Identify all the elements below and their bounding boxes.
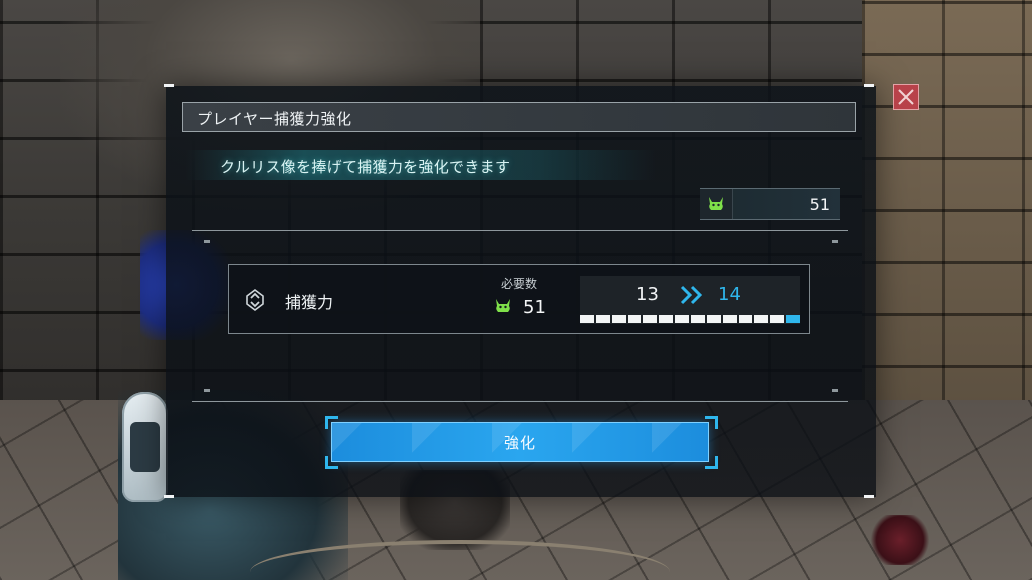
level-segment-filled: [659, 315, 674, 323]
next-level: 14: [718, 284, 741, 305]
current-level: 13: [636, 284, 659, 305]
required-label: 必要数: [501, 277, 538, 291]
plant: [870, 515, 930, 565]
button-bracket: [705, 456, 718, 469]
divider: [192, 230, 848, 231]
level-segment-filled: [691, 315, 705, 323]
button-bracket: [325, 456, 338, 469]
owned-item-count: 51: [700, 188, 840, 220]
kururis-statue-icon: [496, 299, 510, 312]
level-segment-filled: [643, 315, 658, 323]
level-segment-filled: [627, 315, 642, 323]
divider-tick: [832, 240, 838, 243]
stat-name: 捕獲力: [285, 293, 334, 312]
enhance-button[interactable]: 強化: [331, 422, 709, 462]
stat-row-capture-power: 捕獲力 必要数 51 13 14: [228, 264, 810, 334]
required-count: 51: [523, 297, 546, 318]
panel-title-bar: プレイヤー捕獲力強化: [182, 102, 856, 132]
divider-tick: [832, 389, 838, 392]
level-segment-filled: [770, 315, 785, 323]
panel-corner-mark: [864, 495, 874, 498]
close-button[interactable]: [893, 84, 919, 110]
level-segment-next: [786, 315, 801, 323]
level-segment-filled: [738, 315, 753, 323]
player-backpack-device: [122, 392, 168, 502]
button-bracket: [325, 416, 338, 429]
inventory-icon-slot: [700, 189, 733, 219]
stone-wall-lit: [862, 0, 1032, 420]
close-icon: [898, 89, 914, 105]
panel-corner-mark: [864, 84, 874, 87]
level-segment-filled: [611, 315, 626, 323]
level-segment-filled: [580, 315, 594, 323]
enhance-button-label: 強化: [503, 433, 536, 452]
capture-power-icon: [246, 289, 264, 311]
divider-tick: [204, 240, 210, 243]
level-segment-filled: [706, 315, 721, 323]
divider-tick: [204, 389, 210, 392]
kururis-statue-icon: [709, 197, 723, 210]
divider: [192, 401, 848, 402]
button-bracket: [705, 416, 718, 429]
level-segment-filled: [754, 315, 769, 323]
panel-corner-mark: [164, 84, 174, 87]
panel-description: クルリス像を捧げて捕獲力を強化できます: [220, 158, 511, 176]
level-display: 13 14: [580, 276, 801, 324]
level-segment-filled: [595, 315, 610, 323]
double-chevron-right-icon: [680, 285, 703, 305]
level-progress-bar: [580, 315, 801, 323]
level-segment-filled: [722, 315, 737, 323]
panel-corner-mark: [164, 495, 174, 498]
panel-title: プレイヤー捕獲力強化: [197, 110, 352, 128]
owned-count: 51: [809, 195, 830, 214]
level-segment-filled: [675, 315, 690, 323]
